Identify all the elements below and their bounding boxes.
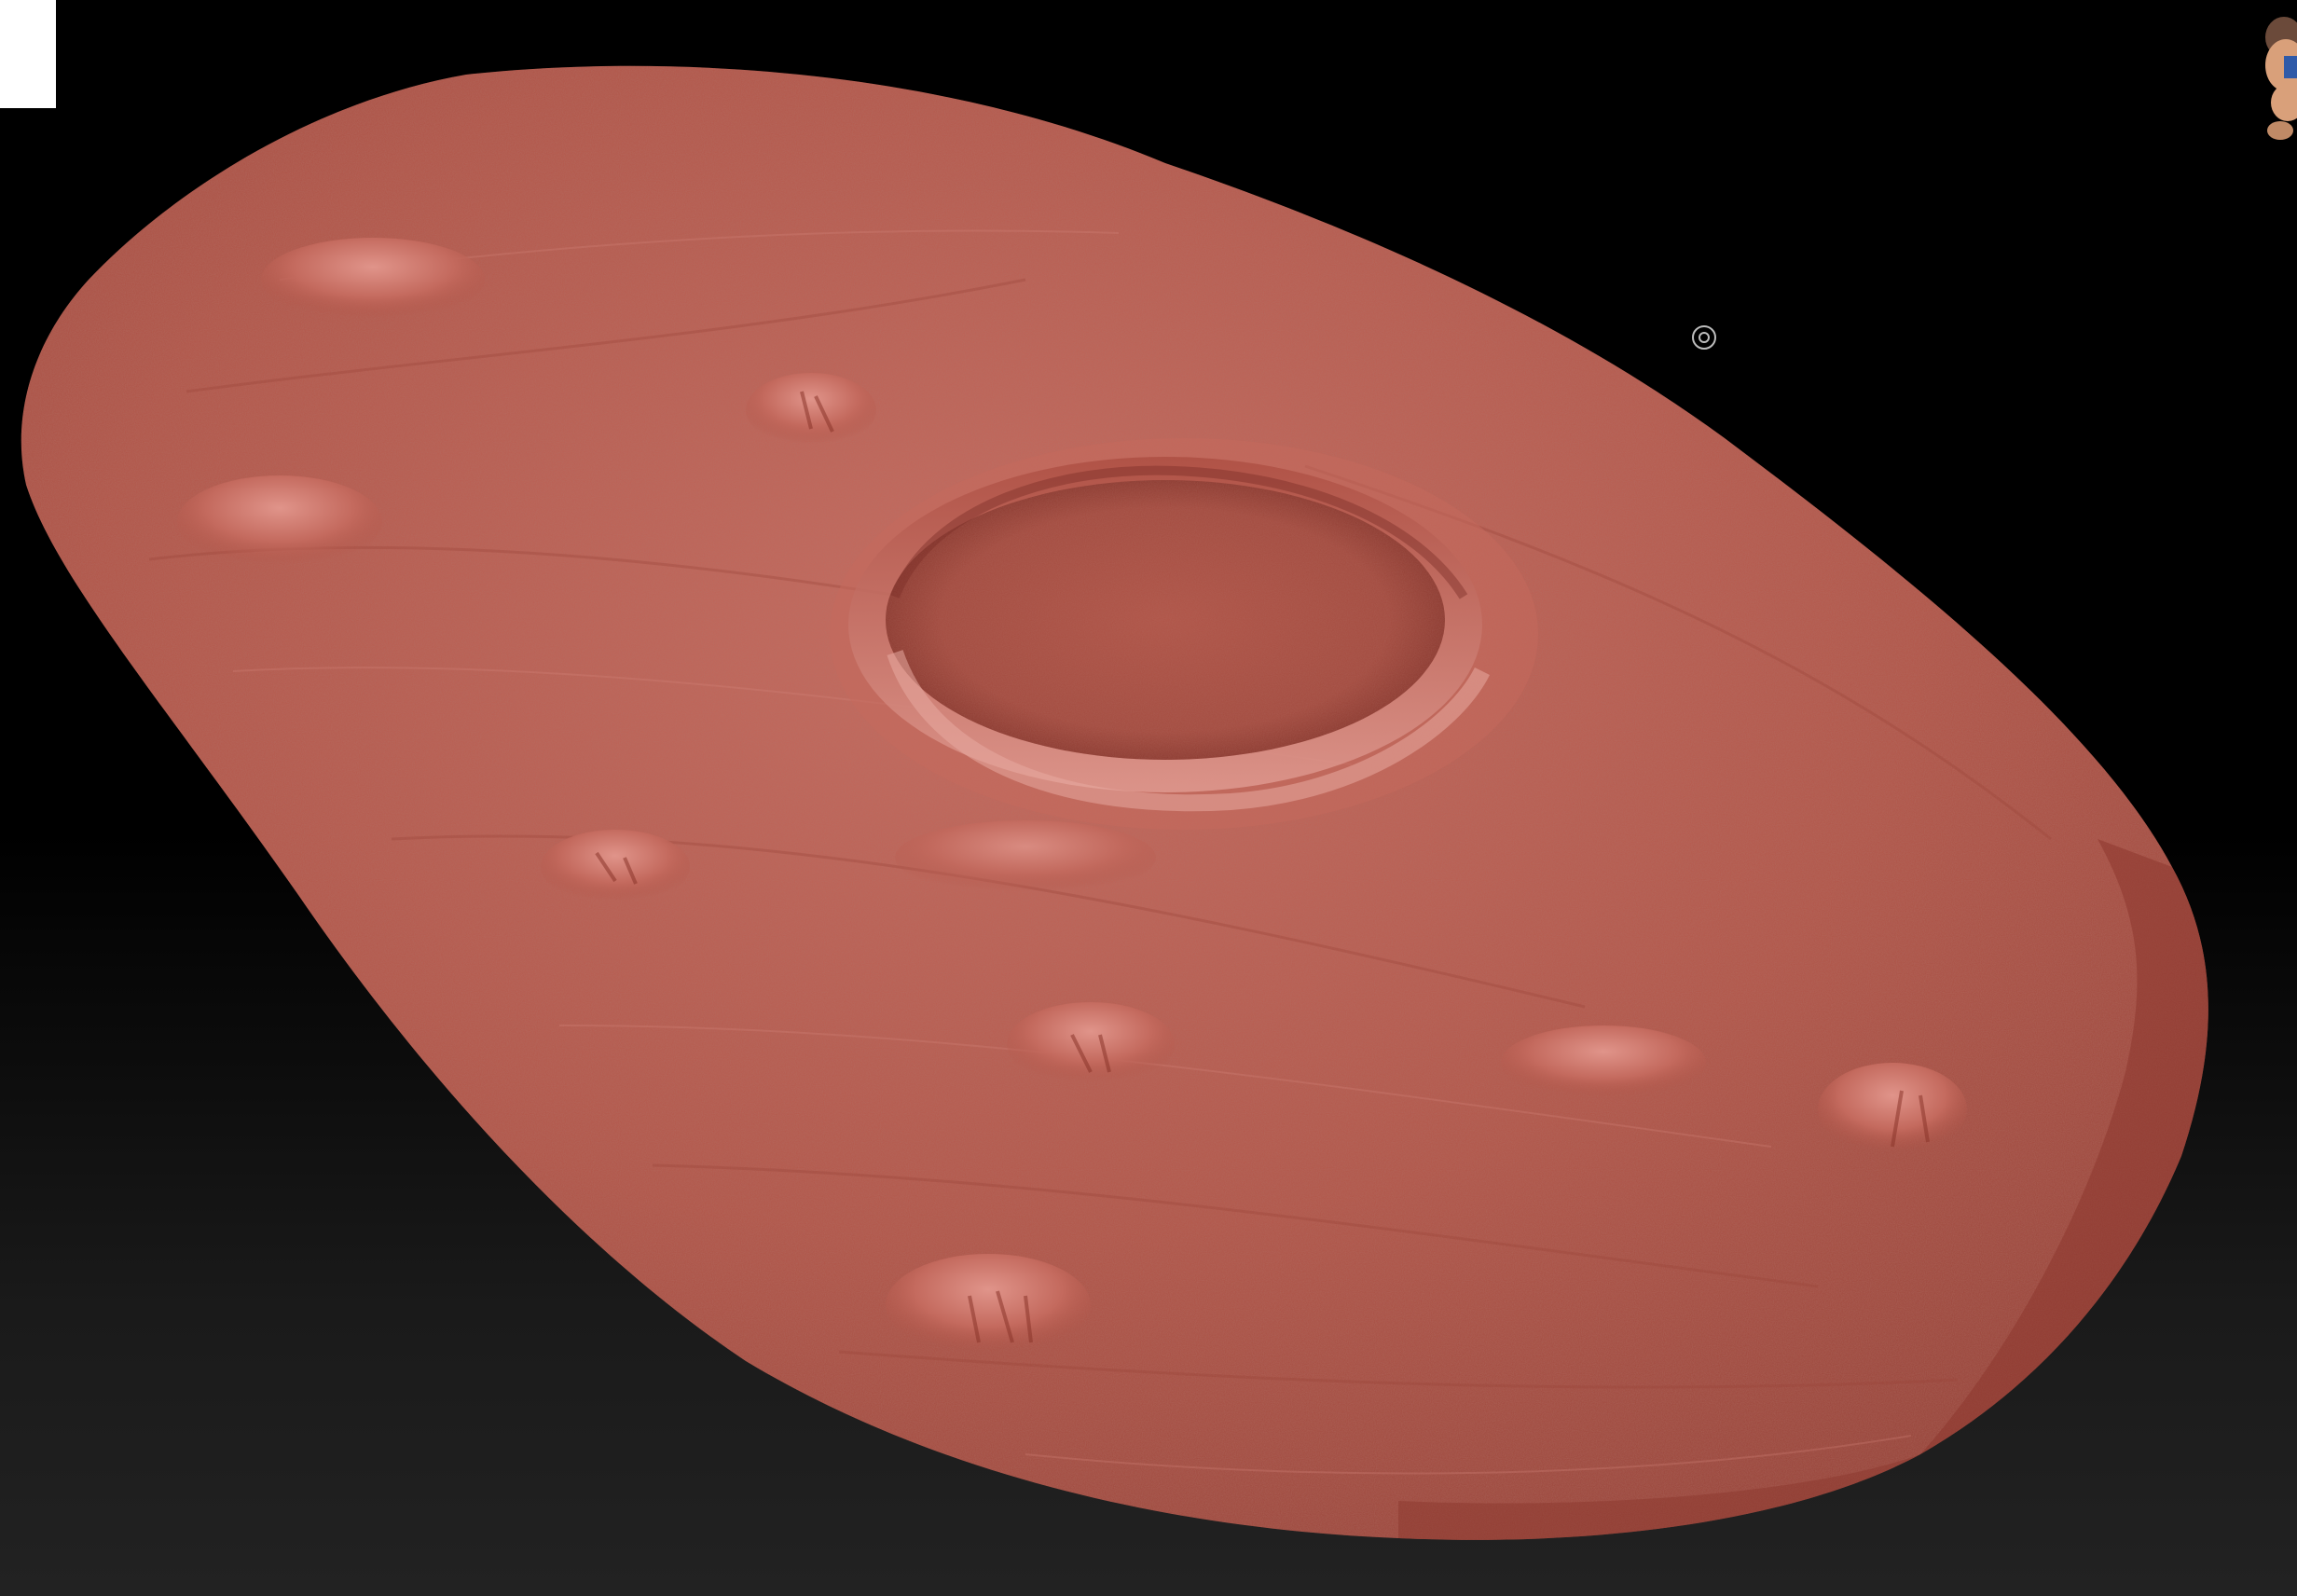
terrain-mesh-render[interactable] xyxy=(0,0,2297,1596)
crater xyxy=(830,438,1538,830)
navigation-figure-icon[interactable] xyxy=(2239,0,2297,149)
3d-canvas[interactable] xyxy=(0,0,2297,1596)
corner-tile xyxy=(0,0,56,108)
pivot-marker-icon xyxy=(1691,324,1717,351)
